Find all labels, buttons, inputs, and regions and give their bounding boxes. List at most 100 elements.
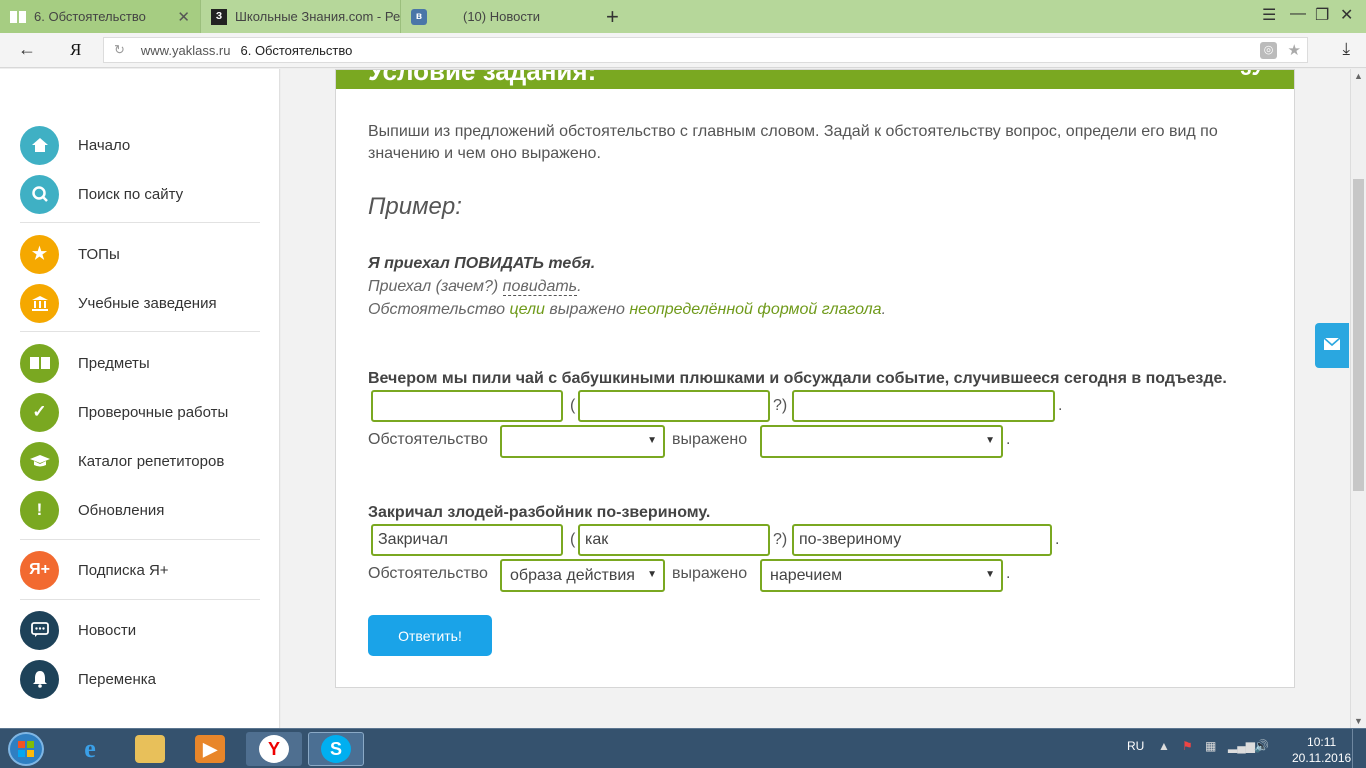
taskbar-ie[interactable]: e xyxy=(62,732,118,766)
sidebar-item-label: ТОПы xyxy=(78,245,120,263)
scrollbar-thumb[interactable] xyxy=(1353,179,1364,491)
task-sentence-1: Вечером мы пили чай с бабушкиными плюшка… xyxy=(368,370,1227,387)
chat-icon xyxy=(20,610,59,650)
feedback-mail-button[interactable] xyxy=(1315,323,1349,368)
sidebar-item-label: Обновления xyxy=(78,501,165,519)
windows-taskbar: e ▶ Y S RU ▲ ⚑ ▦ ▂▄▆ 🔊 10:11 20.11.2016 xyxy=(0,728,1366,768)
expressed-label: выражено xyxy=(672,431,748,448)
sidebar-item-label: Подписка Я+ xyxy=(78,561,169,579)
tab-yaklass[interactable]: 6. Обстоятельство ✕ xyxy=(0,0,200,33)
example-text: Обстоятельство xyxy=(368,301,510,318)
clock[interactable]: 10:11 20.11.2016 xyxy=(1292,734,1351,766)
close-question: ?) xyxy=(773,397,788,414)
example-dot: . xyxy=(881,301,887,318)
example-kind: цели xyxy=(509,301,545,318)
sidebar-item-label: Каталог репетиторов xyxy=(78,452,225,470)
adverbial-label: Обстоятельство xyxy=(368,565,488,582)
download-icon[interactable]: ⤓ xyxy=(1342,39,1350,59)
close-window-icon[interactable]: ✕ xyxy=(1340,5,1353,25)
question-input-2[interactable]: как xyxy=(578,524,770,556)
volume-icon[interactable]: 🔊 xyxy=(1254,739,1269,753)
scroll-down-icon[interactable]: ▼ xyxy=(1354,716,1363,726)
kind-select-1[interactable]: ▼ xyxy=(500,425,665,458)
bell-icon xyxy=(20,659,59,699)
taskbar-yandex-browser[interactable]: Y xyxy=(246,732,302,766)
minimize-icon[interactable]: — xyxy=(1290,5,1306,23)
kind-select-2[interactable]: образа действия ▼ xyxy=(500,559,665,592)
sidebar-item-tutors[interactable]: Каталог репетиторов xyxy=(20,441,224,481)
form-select-2[interactable]: наречием ▼ xyxy=(760,559,1003,592)
scroll-up-icon[interactable]: ▲ xyxy=(1354,71,1363,81)
tray-flag-icon[interactable]: ⚑ xyxy=(1182,739,1193,753)
sidebar-item-label: Переменка xyxy=(78,670,156,688)
divider xyxy=(20,331,260,332)
sidebar-item-search[interactable]: Поиск по сайту xyxy=(20,174,183,214)
divider xyxy=(20,599,260,600)
dot: . xyxy=(1006,565,1011,582)
page-scrollbar[interactable]: ▲ ▼ xyxy=(1350,69,1366,728)
adverbial-input-1[interactable] xyxy=(792,390,1055,422)
main-word-input-1[interactable] xyxy=(371,390,563,422)
question-input-1[interactable] xyxy=(578,390,770,422)
bookmark-star-icon[interactable]: ★ xyxy=(1288,41,1301,59)
url-domain: www.yaklass.ru xyxy=(140,42,231,58)
translate-icon[interactable]: ◎ xyxy=(1260,42,1277,59)
taskbar-explorer[interactable] xyxy=(122,732,178,766)
media-player-icon: ▶ xyxy=(195,735,225,763)
example-heading: Пример: xyxy=(368,193,462,220)
divider xyxy=(20,222,260,223)
open-paren: ( xyxy=(570,531,576,548)
show-desktop-button[interactable] xyxy=(1352,729,1366,768)
sidebar-item-home[interactable]: Начало xyxy=(20,125,130,165)
sidebar-item-news[interactable]: Новости xyxy=(20,610,136,650)
tab-label: Школьные Знания.com - Ре xyxy=(234,9,400,24)
sidebar-item-tops[interactable]: ★ ТОПы xyxy=(20,234,120,274)
home-icon xyxy=(20,125,59,165)
language-indicator[interactable]: RU xyxy=(1127,739,1144,753)
envelope-icon xyxy=(1323,335,1341,356)
sidebar-item-updates[interactable]: ! Обновления xyxy=(20,490,164,530)
sidebar-item-institutions[interactable]: Учебные заведения xyxy=(20,283,217,323)
sidebar-item-subscription[interactable]: Я+ Подписка Я+ xyxy=(20,550,169,590)
answer-button[interactable]: Ответить! xyxy=(368,615,492,656)
example-form: неопределённой формой глагола xyxy=(629,301,882,318)
yandex-logo-icon[interactable]: Я xyxy=(70,40,81,60)
sidebar-item-label: Начало xyxy=(78,136,131,154)
tray-signal-icon[interactable]: ▂▄▆ xyxy=(1228,739,1255,753)
checkmark-icon: ✓ xyxy=(20,392,59,432)
sidebar-item-subjects[interactable]: Предметы xyxy=(20,343,150,383)
sidebar-item-label: Проверочные работы xyxy=(78,403,229,421)
folder-icon xyxy=(135,735,165,763)
close-icon[interactable]: ✕ xyxy=(177,8,190,26)
back-arrow-icon[interactable]: ← xyxy=(18,39,36,60)
yandex-browser-icon: Y xyxy=(259,735,289,763)
windows-start-icon[interactable] xyxy=(8,732,44,766)
address-bar: ← Я ↻ www.yaklass.ru 6. Обстоятельство ◎… xyxy=(0,33,1366,68)
tab-znania[interactable]: З Школьные Знания.com - Ре xyxy=(200,0,400,33)
taskbar-skype[interactable]: S xyxy=(308,732,364,766)
adverbial-input-2[interactable]: по-звериному xyxy=(792,524,1052,556)
tray-arrow-icon[interactable]: ▲ xyxy=(1158,739,1170,753)
main-word-input-2[interactable]: Закричал xyxy=(371,524,563,556)
form-select-1[interactable]: ▼ xyxy=(760,425,1003,458)
tab-label: (10) Новости xyxy=(463,9,541,24)
task-sentence-2: Закричал злодей-разбойник по-звериному. xyxy=(368,504,711,521)
menu-icon[interactable]: ☰ xyxy=(1262,5,1276,25)
sidebar-item-tests[interactable]: ✓ Проверочные работы xyxy=(20,392,228,432)
browser-tab-bar: 6. Обстоятельство ✕ З Школьные Знания.co… xyxy=(0,0,1366,33)
reload-icon[interactable]: ↻ xyxy=(114,42,125,58)
example-word: повидать xyxy=(502,278,578,296)
url-field[interactable]: ↻ www.yaklass.ru 6. Обстоятельство ◎ ★ xyxy=(103,37,1308,63)
clock-date: 20.11.2016 xyxy=(1292,751,1352,765)
znania-icon: З xyxy=(211,8,227,25)
sidebar-item-break[interactable]: Переменка xyxy=(20,659,156,699)
taskbar-media-player[interactable]: ▶ xyxy=(182,732,238,766)
example-explanation: Обстоятельство цели выражено неопределён… xyxy=(368,301,886,319)
sidebar-item-label: Новости xyxy=(78,621,137,639)
dot: . xyxy=(1058,397,1063,414)
dropdown-arrow-icon: ▼ xyxy=(647,435,657,446)
tray-network-icon[interactable]: ▦ xyxy=(1205,739,1216,753)
tab-vk[interactable]: в (10) Новости xyxy=(400,0,600,33)
new-tab-icon[interactable]: + xyxy=(606,4,619,30)
restore-icon[interactable]: ❐ xyxy=(1315,5,1329,25)
